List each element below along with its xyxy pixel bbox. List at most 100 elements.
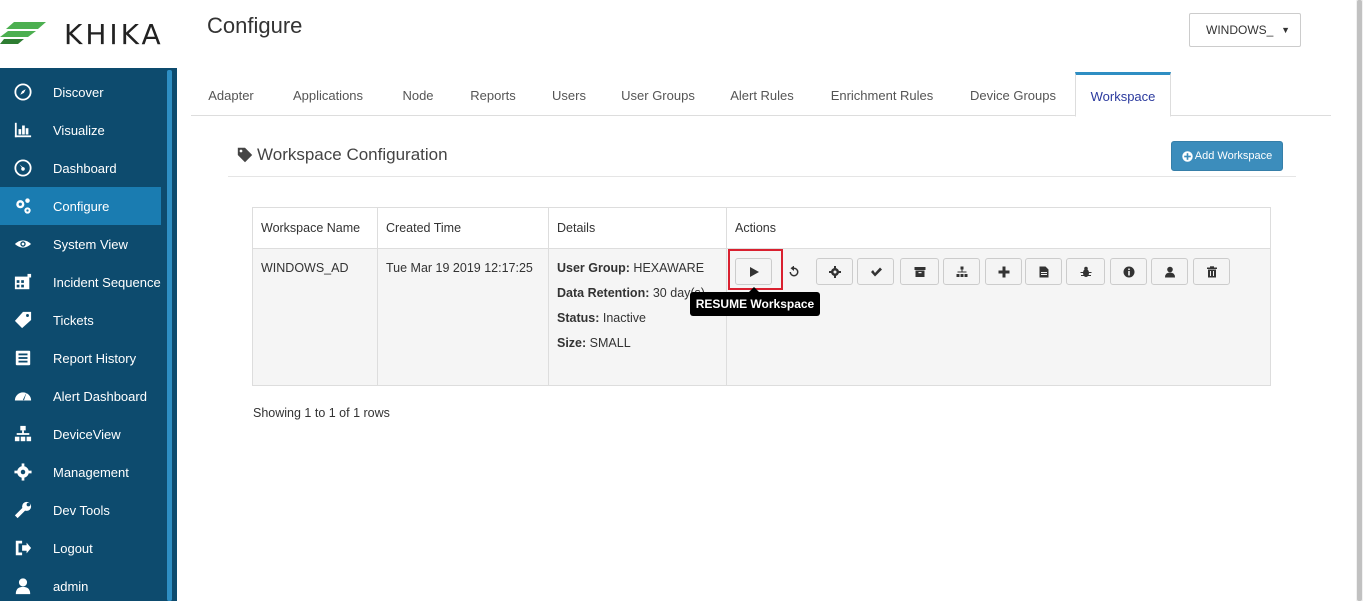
detail-data-retention: Data Retention: 30 day(s) bbox=[557, 286, 705, 300]
sidebar-item-label: Management bbox=[53, 464, 129, 480]
tab-node[interactable]: Node bbox=[393, 72, 443, 116]
tab-reports[interactable]: Reports bbox=[463, 72, 523, 116]
wrench-icon bbox=[13, 500, 33, 520]
page-title: Configure bbox=[207, 13, 303, 38]
sidebar-item-label: Dashboard bbox=[53, 160, 117, 176]
gear-icon bbox=[828, 265, 841, 278]
page-scrollbar-thumb[interactable] bbox=[1357, 0, 1362, 601]
plus-circle-icon bbox=[1182, 150, 1193, 162]
archive-workspace-button[interactable] bbox=[900, 258, 939, 285]
tab-user-groups[interactable]: User Groups bbox=[615, 72, 701, 116]
detail-label: Data Retention: bbox=[557, 286, 650, 300]
config-tabs: Adapter Applications Node Reports Users … bbox=[191, 72, 1331, 117]
workspace-select-value: WINDOWS_ bbox=[1206, 23, 1274, 37]
resume-button-highlight bbox=[728, 249, 783, 290]
sitemap-icon bbox=[13, 424, 33, 444]
caret-down-icon: ▼ bbox=[1281, 25, 1290, 35]
page-scrollbar[interactable] bbox=[1356, 0, 1363, 601]
tab-adapter[interactable]: Adapter bbox=[195, 72, 267, 116]
sitemap-icon bbox=[956, 266, 967, 277]
tab-device-groups[interactable]: Device Groups bbox=[963, 72, 1063, 116]
detail-user-group: User Group: HEXAWARE bbox=[557, 261, 704, 275]
workspace-table: Workspace Name Created Time Details Acti… bbox=[252, 207, 1271, 386]
cell-created-time: Tue Mar 19 2019 12:17:25 bbox=[386, 261, 533, 275]
column-header-workspace-name[interactable]: Workspace Name bbox=[261, 221, 360, 235]
workspace-settings-button[interactable] bbox=[816, 258, 853, 285]
workspace-select[interactable]: WINDOWS_ ▼ bbox=[1189, 13, 1301, 47]
tag-icon bbox=[13, 310, 33, 330]
detail-status: Status: Inactive bbox=[557, 311, 646, 325]
column-header-created-time[interactable]: Created Time bbox=[386, 221, 461, 235]
gauge-icon bbox=[13, 386, 33, 406]
sidebar-item-configure[interactable]: Configure bbox=[0, 187, 161, 225]
section-divider bbox=[228, 176, 1296, 177]
logo[interactable]: KHIKA bbox=[0, 0, 177, 68]
add-to-workspace-button[interactable] bbox=[985, 258, 1022, 285]
info-icon bbox=[1123, 266, 1134, 277]
app-root: KHIKA Discover Visualize Dashboard Confi… bbox=[0, 0, 1363, 601]
file-icon bbox=[1039, 266, 1048, 277]
sidebar-item-admin[interactable]: admin bbox=[0, 567, 161, 601]
add-workspace-button[interactable]: Add Workspace bbox=[1171, 141, 1283, 171]
sidebar-item-logout[interactable]: Logout bbox=[0, 529, 161, 567]
add-workspace-label: Add Workspace bbox=[1194, 150, 1273, 162]
delete-workspace-button[interactable] bbox=[1193, 258, 1230, 285]
resume-workspace-tooltip: RESUME Workspace bbox=[690, 292, 820, 316]
logo-text: KHIKA bbox=[64, 18, 164, 51]
list-alt-icon bbox=[13, 348, 33, 368]
detail-label: Status: bbox=[557, 311, 600, 325]
sidebar-item-label: Report History bbox=[53, 350, 137, 366]
column-header-details[interactable]: Details bbox=[557, 221, 595, 235]
sidebar-item-alert-dashboard[interactable]: Alert Dashboard bbox=[0, 377, 161, 415]
workspace-info-button[interactable] bbox=[1110, 258, 1147, 285]
tab-users[interactable]: Users bbox=[545, 72, 593, 116]
table-header: Workspace Name Created Time Details Acti… bbox=[253, 208, 1270, 249]
sidebar-item-tickets[interactable]: Tickets bbox=[0, 301, 161, 339]
sidebar-item-management[interactable]: Management bbox=[0, 453, 161, 491]
debug-workspace-button[interactable] bbox=[1066, 258, 1105, 285]
tab-applications[interactable]: Applications bbox=[284, 72, 372, 116]
sidebar-item-label: DeviceView bbox=[53, 426, 121, 442]
eye-icon bbox=[13, 234, 33, 254]
sidebar-item-label: Logout bbox=[53, 540, 93, 556]
tab-workspace[interactable]: Workspace bbox=[1075, 72, 1171, 117]
sidebar-scrollbar[interactable] bbox=[167, 70, 172, 601]
plus-icon bbox=[998, 266, 1009, 277]
workspace-users-button[interactable] bbox=[1151, 258, 1188, 285]
column-header-actions[interactable]: Actions bbox=[735, 221, 776, 235]
sidebar-item-label: Visualize bbox=[53, 122, 105, 138]
sidebar-item-deviceview[interactable]: DeviceView bbox=[0, 415, 161, 453]
tab-alert-rules[interactable]: Alert Rules bbox=[723, 72, 801, 116]
sidebar-item-dev-tools[interactable]: Dev Tools bbox=[0, 491, 161, 529]
sidebar-item-label: Configure bbox=[53, 198, 110, 214]
detail-label: User Group: bbox=[557, 261, 630, 275]
sidebar-item-system-view[interactable]: System View bbox=[0, 225, 161, 263]
sidebar-item-discover[interactable]: Discover bbox=[0, 73, 161, 111]
sidebar-item-label: admin bbox=[53, 578, 89, 594]
workspace-report-button[interactable] bbox=[1025, 258, 1062, 285]
gear-icon bbox=[13, 462, 33, 482]
detail-value: SMALL bbox=[589, 336, 631, 350]
pagination-info: Showing 1 to 1 of 1 rows bbox=[253, 406, 390, 420]
detail-value: Inactive bbox=[602, 311, 646, 325]
khika-logo-icon bbox=[0, 22, 46, 44]
sidebar-item-report-history[interactable]: Report History bbox=[0, 339, 161, 377]
detail-value: HEXAWARE bbox=[633, 261, 705, 275]
user-icon bbox=[1164, 266, 1175, 277]
sidebar-item-visualize[interactable]: Visualize bbox=[0, 111, 161, 149]
workspace-topology-button[interactable] bbox=[943, 258, 980, 285]
sidebar-item-dashboard[interactable]: Dashboard bbox=[0, 149, 161, 187]
column-divider bbox=[548, 208, 549, 385]
sidebar-item-label: Tickets bbox=[53, 312, 94, 328]
compass-icon bbox=[13, 82, 33, 102]
sidebar: Discover Visualize Dashboard Configure S… bbox=[0, 68, 177, 601]
archive-icon bbox=[914, 266, 925, 277]
sidebar-item-incident-sequence[interactable]: Incident Sequence bbox=[0, 263, 161, 301]
user-icon bbox=[13, 576, 33, 596]
detail-size: Size: SMALL bbox=[557, 336, 631, 350]
bar-chart-icon bbox=[13, 120, 33, 140]
validate-workspace-button[interactable] bbox=[857, 258, 894, 285]
tab-enrichment-rules[interactable]: Enrichment Rules bbox=[824, 72, 940, 116]
sidebar-item-label: Discover bbox=[53, 84, 104, 100]
check-icon bbox=[870, 267, 882, 276]
